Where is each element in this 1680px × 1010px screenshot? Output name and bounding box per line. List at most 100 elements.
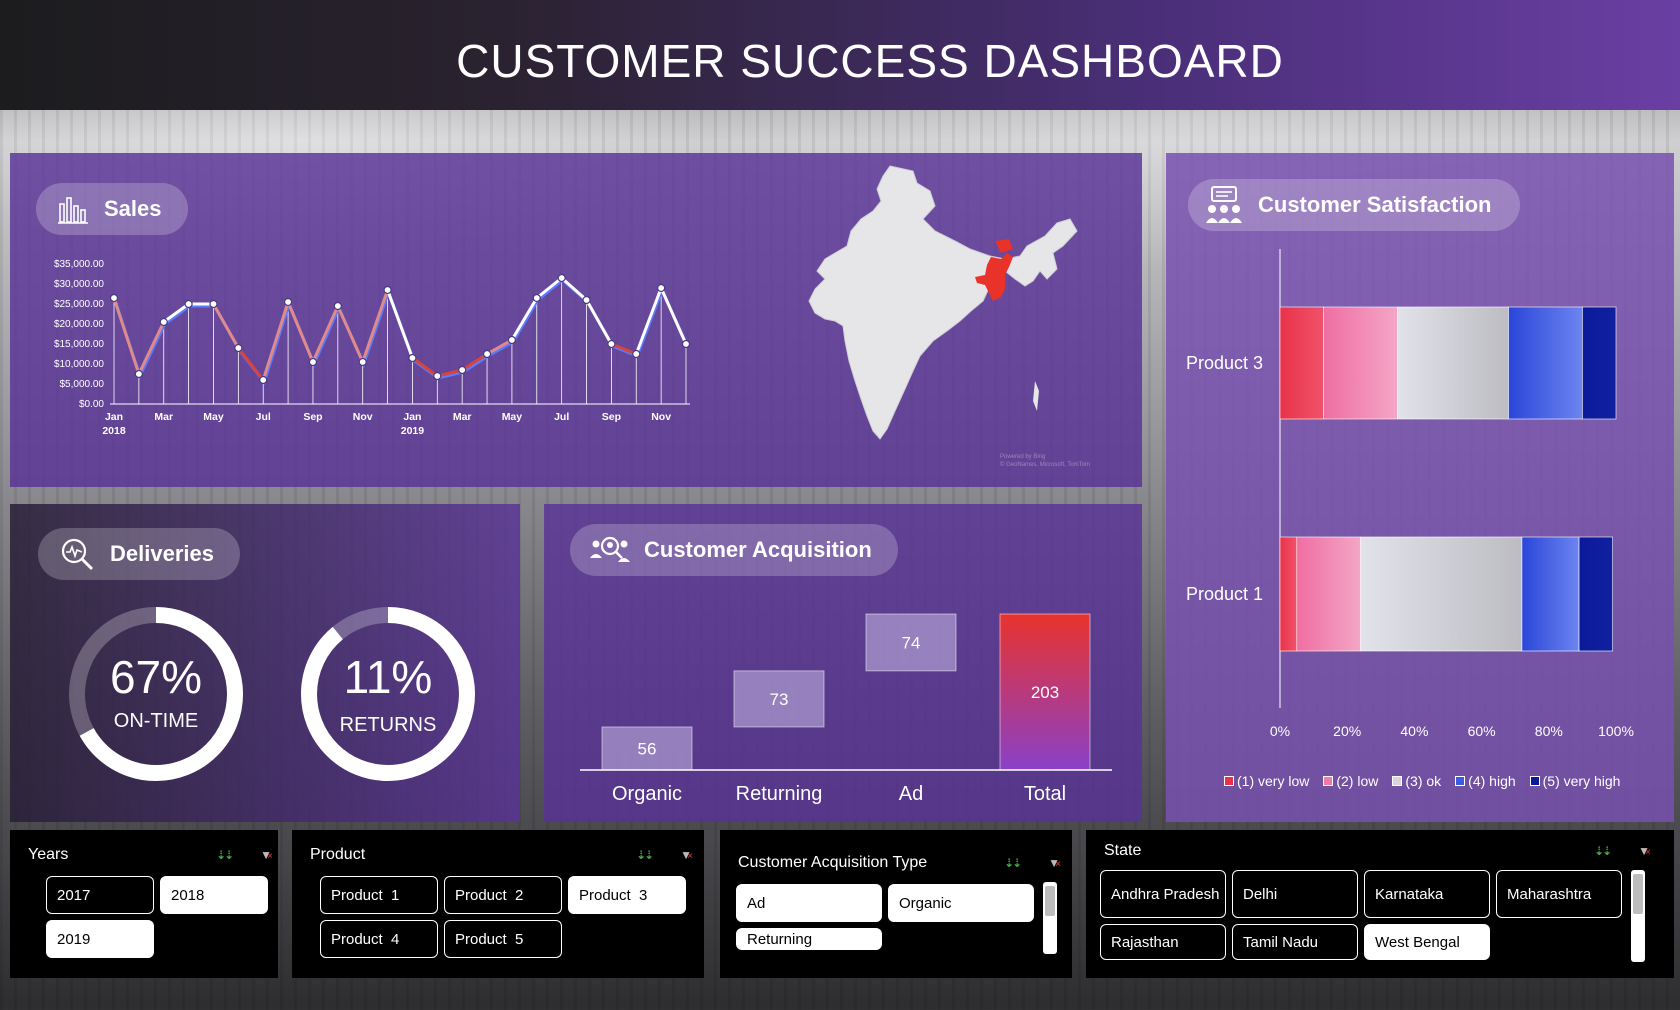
india-state-map[interactable] bbox=[795, 161, 1095, 481]
ontime-donut: 67% ON-TIME bbox=[66, 604, 246, 784]
waterfall-data-label: 73 bbox=[770, 690, 789, 709]
slicer-chip[interactable]: Product 5 bbox=[444, 920, 562, 958]
x-tick-label: Jan bbox=[105, 411, 123, 423]
stacked-bar-segment bbox=[1296, 536, 1361, 652]
slicer-chip[interactable]: Returning bbox=[736, 928, 882, 950]
sales-series-segment bbox=[386, 289, 414, 359]
waterfall-category-label: Ad bbox=[899, 783, 923, 805]
x-tick-label: 40% bbox=[1400, 723, 1428, 739]
slicer-state-scrollbar[interactable] bbox=[1631, 870, 1645, 962]
clear-filter-icon[interactable]: ▼ bbox=[260, 848, 273, 862]
slicer-acquisition-type-title: Customer Acquisition Type bbox=[738, 854, 928, 871]
legend-item: (4) high bbox=[1455, 773, 1516, 789]
sales-data-point bbox=[408, 353, 417, 363]
waterfall-category-label: Total bbox=[1024, 783, 1066, 805]
ontime-label: ON-TIME bbox=[113, 710, 199, 732]
scrollbar-thumb[interactable] bbox=[1633, 874, 1643, 914]
legend-label: (3) ok bbox=[1405, 773, 1442, 789]
multiselect-icon[interactable]: ⇣⇣ bbox=[216, 848, 234, 862]
sales-series-segment bbox=[162, 302, 190, 324]
slicer-chip[interactable]: Product 3 bbox=[568, 876, 686, 914]
stacked-bar-segment bbox=[1279, 536, 1298, 652]
slicer-chip[interactable]: 2017 bbox=[46, 876, 154, 914]
page-title: CUSTOMER SUCCESS DASHBOARD bbox=[456, 35, 1284, 87]
x-tick-label: Jul bbox=[256, 411, 271, 423]
slicer-chip[interactable]: Ad bbox=[736, 884, 882, 922]
sales-data-point bbox=[259, 375, 268, 385]
y-tick-label: $30,000.00 bbox=[54, 279, 104, 290]
waterfall-category-label: Organic bbox=[612, 783, 682, 805]
x-tick-label: May bbox=[203, 411, 224, 423]
sales-data-point bbox=[333, 301, 342, 311]
slicer-chip[interactable]: Organic bbox=[888, 884, 1034, 922]
sales-data-point bbox=[507, 335, 517, 345]
slicer-state-title: State bbox=[1104, 842, 1142, 859]
stacked-bar-segment bbox=[1323, 306, 1398, 420]
sales-series-segment bbox=[411, 356, 439, 378]
legend-swatch bbox=[1392, 776, 1403, 786]
slicer-chip[interactable]: Andhra Pradesh bbox=[1100, 870, 1226, 918]
x-tick-label: Sep bbox=[602, 411, 621, 423]
slicer-chip[interactable]: Product 1 bbox=[320, 876, 438, 914]
clear-filter-icon[interactable]: ▼ bbox=[680, 848, 693, 862]
sales-title: Sales bbox=[104, 196, 162, 221]
acquisition-waterfall-chart: 56 Organic 73 Returning 74 Ad 203 Total bbox=[580, 613, 1112, 805]
sales-data-point bbox=[209, 299, 218, 309]
ontime-value: 67% bbox=[109, 651, 203, 703]
sales-series-segment bbox=[212, 303, 240, 349]
y-tick-label: $10,000.00 bbox=[54, 359, 104, 370]
slicer-chip[interactable]: Rajasthan bbox=[1100, 924, 1226, 960]
slicer-acquisition-scrollbar[interactable] bbox=[1043, 882, 1057, 954]
multiselect-icon[interactable]: ⇣⇣ bbox=[1594, 844, 1612, 858]
stacked-bar-segment bbox=[1508, 306, 1583, 420]
x-tick-label: Mar bbox=[453, 411, 472, 423]
slicer-chip[interactable]: Karnataka bbox=[1364, 870, 1490, 918]
multiselect-icon[interactable]: ⇣⇣ bbox=[636, 848, 654, 862]
legend-item: (3) ok bbox=[1392, 773, 1441, 789]
sales-data-point bbox=[184, 299, 193, 309]
map-region-ne-highlight[interactable] bbox=[995, 239, 1013, 253]
legend-swatch bbox=[1455, 776, 1466, 786]
waterfall-data-label: 203 bbox=[1031, 683, 1059, 702]
x-tick-label: Mar bbox=[154, 411, 173, 423]
sales-series-segment bbox=[535, 276, 563, 300]
clear-filter-icon[interactable]: ▼ bbox=[1638, 844, 1651, 858]
legend-swatch bbox=[1224, 776, 1234, 786]
slicer-chip[interactable]: Tamil Nadu bbox=[1232, 924, 1358, 960]
sales-panel: Sales $35,000.00 $30,000.00 $25,000.00 $20,… bbox=[10, 153, 1142, 487]
sales-series-segment bbox=[659, 287, 688, 345]
sales-series-segment bbox=[634, 287, 663, 355]
slicer-chip[interactable]: Delhi bbox=[1232, 870, 1358, 918]
deliveries-panel: Deliveries 67% ON-TIME 11% RETURNS bbox=[10, 504, 520, 822]
sales-data-point bbox=[681, 339, 691, 349]
waterfall-data-label: 56 bbox=[638, 739, 657, 758]
slicer-chip[interactable]: Product 2 bbox=[444, 876, 562, 914]
sales-data-point bbox=[358, 357, 367, 367]
slicer-chip[interactable]: West Bengal bbox=[1364, 924, 1490, 960]
category-label: Product 1 bbox=[1186, 584, 1263, 604]
slicer-chip[interactable]: Product 4 bbox=[320, 920, 438, 958]
sales-series-segment bbox=[361, 289, 389, 363]
slicer-chip[interactable]: 2019 bbox=[46, 920, 154, 958]
search-pulse-icon bbox=[61, 538, 94, 571]
x-tick-label: 2019 bbox=[401, 425, 425, 437]
acquisition-panel: Customer Acquisition 56 Organic 73 Returnin… bbox=[544, 504, 1142, 822]
deliveries-title: Deliveries bbox=[110, 541, 214, 566]
legend-swatch bbox=[1529, 776, 1540, 786]
stacked-bar-segment bbox=[1279, 306, 1324, 420]
x-tick-label: Nov bbox=[651, 411, 671, 423]
slicer-chip[interactable]: Maharashtra bbox=[1496, 870, 1622, 918]
clear-filter-icon[interactable]: ▼ bbox=[1048, 856, 1061, 870]
sales-data-point bbox=[458, 365, 467, 375]
multiselect-icon[interactable]: ⇣⇣ bbox=[1004, 856, 1022, 870]
scrollbar-thumb[interactable] bbox=[1045, 886, 1055, 916]
legend-swatch bbox=[1323, 776, 1334, 786]
slicer-chip[interactable]: 2018 bbox=[160, 876, 268, 914]
x-tick-label: 20% bbox=[1333, 723, 1361, 739]
sales-data-point bbox=[582, 295, 591, 305]
sales-series-segment bbox=[137, 321, 166, 375]
x-tick-label: Jul bbox=[554, 411, 569, 423]
satisfaction-stacked-bar-chart: Product 3 Product 1 0% 20% 40% 60% 80% 100% bbox=[1186, 249, 1634, 739]
sales-data-point bbox=[234, 343, 243, 353]
legend-label: (2) low bbox=[1336, 773, 1379, 789]
